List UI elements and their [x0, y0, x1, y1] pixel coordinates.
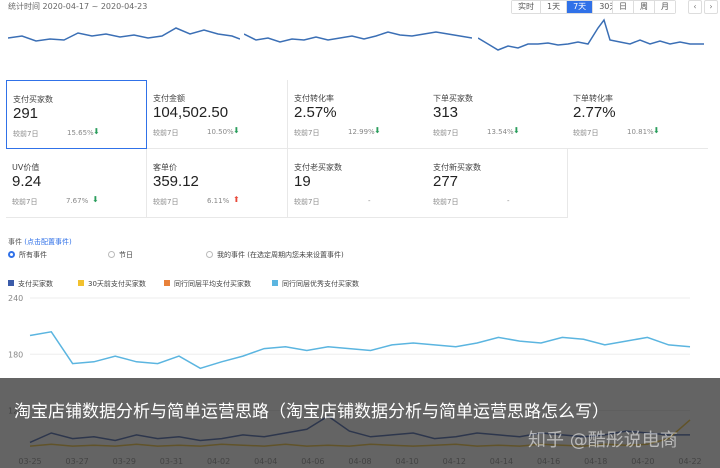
kpi-value: 19 — [294, 173, 311, 190]
radio-unchecked-icon — [108, 251, 115, 258]
kpi-compare-label: 较前7日 — [573, 129, 599, 137]
kpi-card-avg-order[interactable]: 客单价 359.12 较前7日 6.11% ⬆ — [147, 149, 288, 218]
arrow-down-icon: ⬇ — [653, 126, 660, 135]
legend-item[interactable]: 支付买家数 — [8, 279, 53, 289]
radio-label: 所有事件 — [19, 251, 47, 259]
radio-all-events[interactable]: 所有事件 — [8, 250, 47, 260]
tab-day[interactable]: 日 — [613, 1, 634, 13]
kpi-value: 313 — [433, 104, 459, 121]
kpi-label: 支付金额 — [153, 94, 185, 103]
kpi-label: 下单买家数 — [433, 94, 473, 103]
kpi-card-order-conversion[interactable]: 下单转化率 2.77% 较前7日 10.81% ⬇ — [567, 80, 708, 149]
kpi-label: 下单转化率 — [573, 94, 613, 103]
legend-swatch — [164, 280, 170, 286]
kpi-compare-label: 较前7日 — [13, 130, 39, 138]
kpi-compare-label: 较前7日 — [153, 198, 179, 206]
kpi-label: 支付买家数 — [13, 95, 53, 104]
radio-unchecked-icon — [206, 251, 213, 258]
sparkline-1 — [8, 14, 240, 64]
radio-holidays[interactable]: 节日 — [108, 250, 133, 260]
legend-label: 同行同层优秀支付买家数 — [282, 280, 359, 288]
kpi-change: 10.50% — [207, 128, 234, 136]
kpi-label: 客单价 — [153, 163, 177, 172]
tab-1-day[interactable]: 1天 — [541, 1, 568, 13]
article-title: 淘宝店铺数据分析与简单运营思路（淘宝店铺数据分析与简单运营思路怎么写） — [14, 402, 609, 422]
arrow-up-icon: ⬆ — [233, 195, 240, 204]
kpi-value: 104,502.50 — [153, 104, 229, 121]
sparkline-3 — [478, 14, 704, 64]
kpi-card-old-buyers[interactable]: 支付老买家数 19 较前7日 - — [288, 149, 429, 218]
kpi-label: 支付老买家数 — [294, 163, 342, 172]
kpi-compare-label: 较前7日 — [153, 129, 179, 137]
legend-item[interactable]: 同行同层平均支付买家数 — [164, 279, 251, 289]
period-tabs: 日 周 月 — [612, 0, 676, 14]
kpi-change: 6.11% — [207, 197, 230, 205]
kpi-card-uv-value[interactable]: UV价值 9.24 较前7日 7.67% ⬇ — [6, 149, 147, 218]
tab-realtime[interactable]: 实时 — [512, 1, 541, 13]
range-tabs: 实时 1天 7天 30天 — [511, 0, 625, 14]
kpi-card-order-buyers[interactable]: 下单买家数 313 较前7日 13.54% ⬇ — [427, 80, 568, 149]
kpi-change: - — [507, 197, 510, 205]
kpi-value: 2.57% — [294, 104, 337, 121]
kpi-card-pay-buyers[interactable]: 支付买家数 291 较前7日 15.65% ⬇ — [6, 80, 147, 149]
kpi-value: 359.12 — [153, 173, 199, 190]
legend-label: 支付买家数 — [18, 280, 53, 288]
kpi-value: 277 — [433, 173, 459, 190]
kpi-compare-label: 较前7日 — [433, 129, 459, 137]
chevron-left-icon[interactable]: ‹ — [688, 0, 702, 14]
kpi-value: 9.24 — [12, 173, 42, 190]
tab-month[interactable]: 月 — [655, 1, 675, 13]
watermark: 知乎 @酷彤说电商 — [528, 430, 678, 451]
kpi-grid: 支付买家数 291 较前7日 15.65% ⬇ 支付金额 104,502.50 … — [6, 80, 708, 218]
kpi-change: 15.65% — [67, 129, 94, 137]
arrow-down-icon: ⬇ — [374, 126, 381, 135]
y-tick-label: 180 — [8, 350, 23, 359]
caption-overlay — [0, 378, 720, 468]
top-bar: 统计时间 2020-04-17 ~ 2020-04-23 实时 1天 7天 30… — [0, 0, 720, 14]
legend-swatch — [8, 280, 14, 286]
y-tick-label: 240 — [8, 294, 23, 303]
kpi-card-pay-conversion[interactable]: 支付转化率 2.57% 较前7日 12.99% ⬇ — [288, 80, 429, 149]
radio-label: 节日 — [119, 251, 133, 259]
kpi-compare-label: 较前7日 — [433, 198, 459, 206]
date-range-label: 统计时间 2020-04-17 ~ 2020-04-23 — [8, 2, 148, 11]
legend-swatch — [272, 280, 278, 286]
kpi-label: 支付新买家数 — [433, 163, 481, 172]
radio-my-events[interactable]: 我的事件 (在选定周期内您未来设置事件) — [206, 250, 344, 260]
series-line — [29, 330, 691, 370]
kpi-value: 2.77% — [573, 104, 616, 121]
kpi-card-pay-amount[interactable]: 支付金额 104,502.50 较前7日 10.50% ⬇ — [147, 80, 288, 149]
kpi-compare-label: 较前7日 — [294, 129, 320, 137]
kpi-compare-label: 较前7日 — [12, 198, 38, 206]
kpi-change: 7.67% — [66, 197, 89, 205]
legend-item[interactable]: 30天前支付买家数 — [78, 279, 146, 289]
arrow-down-icon: ⬇ — [233, 126, 240, 135]
kpi-card-new-buyers[interactable]: 支付新买家数 277 较前7日 - — [427, 149, 568, 218]
chevron-right-icon[interactable]: › — [704, 0, 718, 14]
kpi-label: UV价值 — [12, 163, 40, 172]
tab-week[interactable]: 周 — [634, 1, 655, 13]
sparkline-2 — [244, 14, 472, 64]
kpi-value: 291 — [13, 105, 39, 122]
kpi-label: 支付转化率 — [294, 94, 334, 103]
kpi-change: 10.81% — [627, 128, 654, 136]
radio-checked-icon — [8, 251, 15, 258]
tab-7-days[interactable]: 7天 — [567, 1, 594, 13]
arrow-down-icon: ⬇ — [513, 126, 520, 135]
arrow-down-icon: ⬇ — [92, 195, 99, 204]
radio-label: 我的事件 (在选定周期内您未来设置事件) — [217, 251, 344, 259]
events-label: 事件 — [8, 238, 22, 246]
legend-item[interactable]: 同行同层优秀支付买家数 — [272, 279, 359, 289]
arrow-down-icon: ⬇ — [93, 127, 100, 136]
kpi-change: - — [368, 197, 371, 205]
kpi-compare-label: 较前7日 — [294, 198, 320, 206]
legend-label: 同行同层平均支付买家数 — [174, 280, 251, 288]
events-title: 事件 (点击配置事件) — [8, 237, 72, 247]
configure-events-link[interactable]: (点击配置事件) — [24, 238, 71, 246]
legend-label: 30天前支付买家数 — [88, 280, 146, 288]
legend-swatch — [78, 280, 84, 286]
kpi-change: 12.99% — [348, 128, 375, 136]
kpi-change: 13.54% — [487, 128, 514, 136]
